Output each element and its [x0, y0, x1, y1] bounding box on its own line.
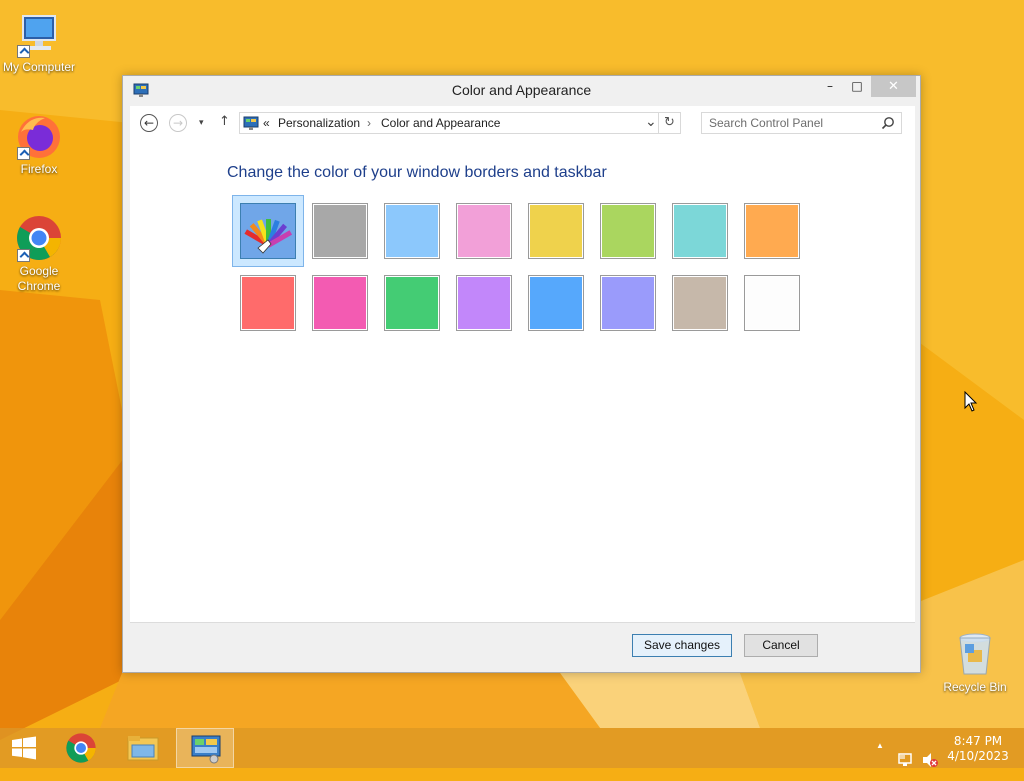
color-swatch[interactable] — [456, 203, 512, 259]
color-palette-icon — [244, 219, 293, 254]
desktop-icon-label: Firefox — [20, 162, 58, 176]
window-title: Color and Appearance — [451, 82, 592, 98]
close-button[interactable]: ✕ — [871, 76, 916, 97]
search-input[interactable] — [709, 115, 874, 131]
desktop-icon-label: Google Chrome — [17, 264, 61, 293]
chrome-icon — [15, 214, 63, 262]
color-swatch-fill — [458, 205, 510, 257]
color-swatch-fill — [530, 277, 582, 329]
back-button[interactable]: ← — [140, 114, 158, 132]
up-button[interactable]: ↑ — [219, 114, 230, 129]
color-and-appearance-window: Color and Appearance – □ ✕ ← → ▾ ↑ « Per… — [122, 75, 921, 673]
clock-date: 4/10/2023 — [947, 749, 1009, 763]
taskbar: ▲ 8:47 PM 4/10/2023 — [0, 728, 1024, 768]
color-swatch[interactable] — [528, 275, 584, 331]
file-explorer-icon — [127, 736, 159, 761]
computer-icon — [15, 10, 63, 58]
color-swatch[interactable] — [456, 275, 512, 331]
color-swatch-fill — [386, 277, 438, 329]
color-swatch[interactable] — [600, 203, 656, 259]
save-changes-button[interactable]: Save changes — [632, 634, 732, 657]
desktop-icon-label: Recycle Bin — [943, 680, 1007, 694]
breadcrumb-personalization[interactable]: Personalization — [278, 116, 360, 130]
desktop-icon-my-computer[interactable]: My Computer — [0, 10, 79, 75]
desktop-icon-recycle-bin[interactable]: Recycle Bin — [935, 630, 1015, 695]
show-hidden-icons-button[interactable]: ▲ — [876, 741, 884, 781]
refresh-button[interactable]: ↻ — [659, 112, 681, 134]
footer-bar: Save changes Cancel — [130, 622, 915, 667]
breadcrumb-color-and-appearance[interactable]: Color and Appearance — [381, 116, 500, 130]
network-icon[interactable] — [897, 740, 915, 780]
color-swatch[interactable] — [384, 203, 440, 259]
mouse-cursor-icon — [964, 391, 978, 412]
taskbar-control-panel[interactable] — [176, 728, 234, 768]
minimize-button[interactable]: – — [817, 76, 843, 97]
breadcrumb-separator[interactable]: › — [367, 116, 371, 130]
system-clock[interactable]: 8:47 PM 4/10/2023 — [946, 734, 1010, 764]
color-swatch[interactable] — [384, 275, 440, 331]
recent-locations-button[interactable]: ▾ — [199, 118, 204, 128]
clock-time: 8:47 PM — [953, 734, 1003, 748]
desktop-icon-label: My Computer — [2, 60, 76, 74]
page-heading: Change the color of your window borders … — [227, 164, 607, 181]
color-swatch[interactable] — [312, 275, 368, 331]
start-icon — [12, 736, 36, 760]
color-swatch-fill — [602, 277, 654, 329]
maximize-button[interactable]: □ — [844, 76, 870, 97]
chrome-icon — [66, 733, 96, 763]
color-swatch[interactable] — [672, 203, 728, 259]
search-box — [701, 112, 902, 134]
taskbar-chrome[interactable] — [57, 728, 107, 768]
color-swatch[interactable] — [528, 203, 584, 259]
forward-button[interactable]: → — [169, 114, 187, 132]
color-swatch-fill — [674, 205, 726, 257]
color-swatch-fill — [602, 205, 654, 257]
color-swatch[interactable] — [600, 275, 656, 331]
start-button[interactable] — [0, 728, 50, 768]
volume-muted-icon[interactable] — [921, 740, 939, 780]
search-icon[interactable] — [881, 116, 895, 130]
color-swatch-fill — [314, 277, 366, 329]
breadcrumb-overflow[interactable]: « — [263, 116, 270, 130]
control-panel-icon — [243, 116, 259, 130]
color-swatch-fill — [386, 205, 438, 257]
firefox-icon — [15, 112, 63, 160]
color-swatch[interactable] — [240, 275, 296, 331]
taskbar-file-explorer[interactable] — [118, 728, 168, 768]
color-swatch[interactable] — [744, 275, 800, 331]
color-swatch-fill — [746, 205, 798, 257]
title-bar[interactable]: Color and Appearance – □ ✕ — [123, 76, 920, 106]
content-pane: Change the color of your window borders … — [130, 142, 915, 622]
color-swatch-fill — [674, 277, 726, 329]
color-swatch-fill — [530, 205, 582, 257]
color-swatch-fill — [242, 277, 294, 329]
color-swatch[interactable] — [744, 203, 800, 259]
address-bar[interactable]: « Personalization › Color and Appearance… — [239, 112, 659, 134]
color-swatch-fill — [746, 277, 798, 329]
color-swatch[interactable] — [312, 203, 368, 259]
desktop-icon-google-chrome[interactable]: Google Chrome — [0, 214, 79, 294]
desktop-icon-firefox[interactable]: Firefox — [0, 112, 79, 177]
navigation-bar: ← → ▾ ↑ « Personalization › Color and Ap… — [130, 106, 915, 142]
cancel-button[interactable]: Cancel — [744, 634, 818, 657]
recycle-bin-icon — [951, 630, 999, 678]
swatch-automatic[interactable] — [240, 203, 296, 259]
color-swatch-fill — [458, 277, 510, 329]
control-panel-icon — [191, 735, 221, 764]
color-swatch[interactable] — [672, 275, 728, 331]
address-dropdown-button[interactable]: ⌄ — [645, 113, 657, 130]
color-swatch-fill — [314, 205, 366, 257]
